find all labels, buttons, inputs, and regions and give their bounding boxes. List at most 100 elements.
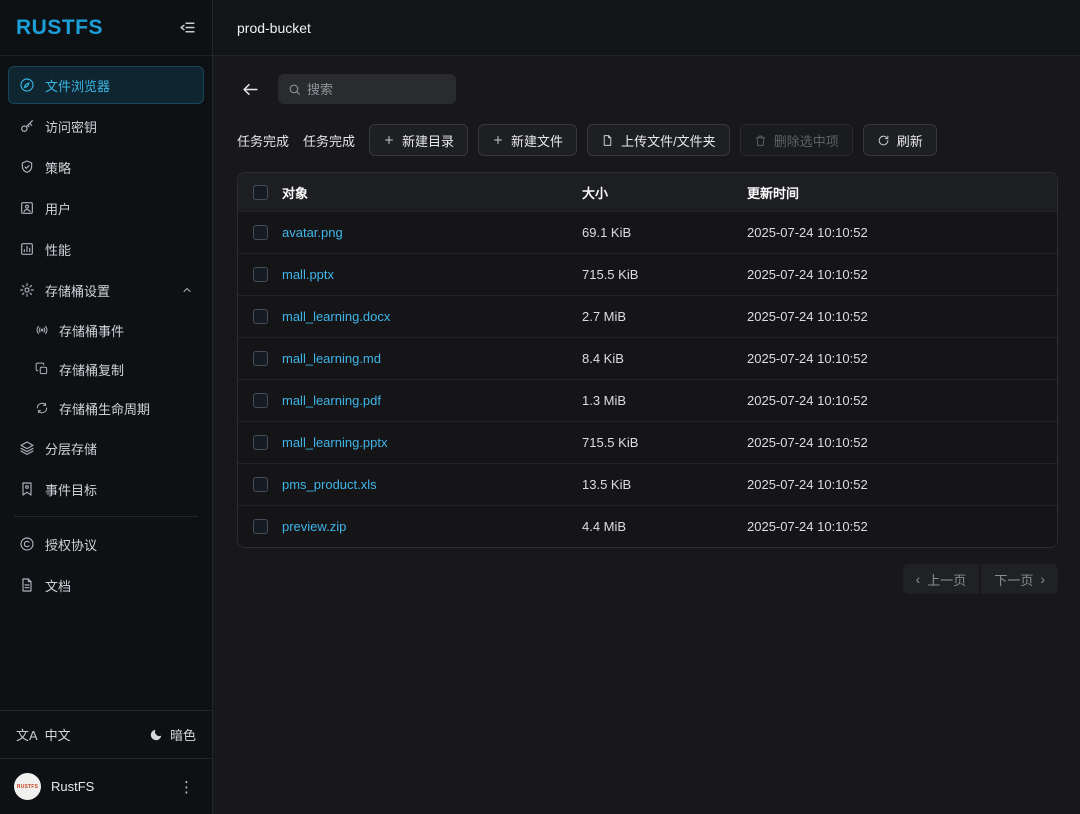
sidebar-bottom: 文A 中文 暗色 RUSTFS RustFS ⋮	[0, 710, 212, 814]
main: prod-bucket 任务完成 任务完成	[213, 0, 1080, 814]
chart-icon	[19, 241, 35, 257]
theme-label: 暗色	[170, 725, 196, 744]
file-link[interactable]: mall_learning.md	[282, 351, 582, 366]
sidebar-collapse-icon[interactable]	[179, 19, 196, 36]
refresh-icon	[877, 134, 890, 147]
file-updated: 2025-07-24 10:10:52	[747, 351, 1057, 366]
sidebar-item-bucket-lifecycle[interactable]: 存储桶生命周期	[8, 390, 204, 426]
sidebar-item-performance[interactable]: 性能	[8, 230, 204, 268]
sidebar-item-bucket-replication[interactable]: 存储桶复制	[8, 351, 204, 387]
row-checkbox[interactable]	[253, 519, 268, 534]
brand-logo: RUSTFS	[16, 16, 103, 40]
sidebar-item-docs[interactable]: 文档	[8, 566, 204, 604]
file-updated: 2025-07-24 10:10:52	[747, 519, 1057, 534]
sidebar-item-label: 存储桶生命周期	[59, 399, 150, 418]
table-row: mall.pptx 715.5 KiB 2025-07-24 10:10:52	[238, 253, 1057, 295]
account-row[interactable]: RUSTFS RustFS ⋮	[0, 758, 212, 814]
sidebar-item-access-keys[interactable]: 访问密钥	[8, 107, 204, 145]
table-row: mall_learning.md 8.4 KiB 2025-07-24 10:1…	[238, 337, 1057, 379]
copyright-icon	[19, 536, 35, 552]
file-size: 8.4 KiB	[582, 351, 747, 366]
file-updated: 2025-07-24 10:10:52	[747, 267, 1057, 282]
row-checkbox[interactable]	[253, 351, 268, 366]
file-size: 69.1 KiB	[582, 225, 747, 240]
next-page-button[interactable]: 下一页 ›	[981, 564, 1058, 594]
prev-page-button[interactable]: ‹ 上一页	[903, 564, 980, 594]
upload-button[interactable]: 上传文件/文件夹	[587, 124, 730, 156]
file-link[interactable]: mall_learning.docx	[282, 309, 582, 324]
sidebar: RUSTFS 文件浏览器 访问密钥	[0, 0, 213, 814]
row-checkbox[interactable]	[253, 225, 268, 240]
file-size: 715.5 KiB	[582, 267, 747, 282]
content: 任务完成 任务完成 新建目录 新建文件	[213, 56, 1080, 594]
sidebar-item-policies[interactable]: 策略	[8, 148, 204, 186]
user-icon	[19, 200, 35, 216]
chevron-up-icon	[181, 284, 193, 296]
account-menu-icon[interactable]: ⋮	[175, 774, 198, 800]
new-directory-button[interactable]: 新建目录	[369, 124, 468, 156]
table-header-row: 对象 大小 更新时间	[238, 173, 1057, 211]
file-size: 2.7 MiB	[582, 309, 747, 324]
plus-icon	[492, 134, 504, 146]
file-browser-icon	[19, 77, 35, 93]
theme-toggle[interactable]: 暗色	[149, 725, 196, 744]
file-updated: 2025-07-24 10:10:52	[747, 393, 1057, 408]
back-button[interactable]	[237, 76, 264, 103]
sidebar-item-label: 分层存储	[45, 439, 97, 458]
plus-icon	[383, 134, 395, 146]
sidebar-item-tiered-storage[interactable]: 分层存储	[8, 429, 204, 467]
sidebar-item-label: 存储桶设置	[45, 281, 110, 300]
new-file-button[interactable]: 新建文件	[478, 124, 577, 156]
file-link[interactable]: mall_learning.pptx	[282, 435, 582, 450]
language-icon: 文A	[16, 725, 38, 744]
file-size: 715.5 KiB	[582, 435, 747, 450]
sidebar-item-event-targets[interactable]: 事件目标	[8, 470, 204, 508]
document-icon	[19, 577, 35, 593]
sidebar-item-label: 事件目标	[45, 480, 97, 499]
sidebar-item-label: 访问密钥	[45, 117, 97, 136]
upload-file-icon	[601, 134, 614, 147]
file-link[interactable]: preview.zip	[282, 519, 582, 534]
object-table: 对象 大小 更新时间 avatar.png 69.1 KiB 2025-07-2…	[237, 172, 1058, 548]
table-row: preview.zip 4.4 MiB 2025-07-24 10:10:52	[238, 505, 1057, 547]
file-link[interactable]: mall_learning.pdf	[282, 393, 582, 408]
refresh-button[interactable]: 刷新	[863, 124, 937, 156]
sidebar-header: RUSTFS	[0, 0, 212, 56]
pagination: ‹ 上一页 下一页 ›	[237, 564, 1058, 594]
sidebar-item-label: 策略	[45, 158, 71, 177]
table-row: avatar.png 69.1 KiB 2025-07-24 10:10:52	[238, 211, 1057, 253]
search-box[interactable]	[278, 74, 456, 104]
status-text: 任务完成	[237, 131, 289, 150]
sidebar-divider	[14, 516, 198, 517]
sidebar-settings-row: 文A 中文 暗色	[0, 711, 212, 758]
sidebar-item-bucket-events[interactable]: 存储桶事件	[8, 312, 204, 348]
language-switcher[interactable]: 文A 中文	[16, 725, 71, 744]
status-text: 任务完成	[303, 131, 355, 150]
row-checkbox[interactable]	[253, 435, 268, 450]
file-updated: 2025-07-24 10:10:52	[747, 225, 1057, 240]
row-checkbox[interactable]	[253, 477, 268, 492]
row-checkbox[interactable]	[253, 393, 268, 408]
file-size: 4.4 MiB	[582, 519, 747, 534]
row-checkbox[interactable]	[253, 309, 268, 324]
row-checkbox[interactable]	[253, 267, 268, 282]
table-row: mall_learning.docx 2.7 MiB 2025-07-24 10…	[238, 295, 1057, 337]
delete-selected-button[interactable]: 删除选中项	[740, 124, 853, 156]
shield-icon	[19, 159, 35, 175]
file-size: 1.3 MiB	[582, 393, 747, 408]
sidebar-item-file-browser[interactable]: 文件浏览器	[8, 66, 204, 104]
file-link[interactable]: avatar.png	[282, 225, 582, 240]
sidebar-item-label: 用户	[45, 199, 71, 218]
gear-icon	[19, 282, 35, 298]
file-link[interactable]: pms_product.xls	[282, 477, 582, 492]
select-all-checkbox[interactable]	[253, 185, 268, 200]
sidebar-item-bucket-settings[interactable]: 存储桶设置	[8, 271, 204, 309]
prev-page-label: 上一页	[927, 570, 966, 589]
account-name: RustFS	[51, 779, 165, 794]
sidebar-item-label: 文件浏览器	[45, 76, 110, 95]
browse-toolbar	[237, 74, 1058, 104]
sidebar-item-license[interactable]: 授权协议	[8, 525, 204, 563]
sidebar-item-users[interactable]: 用户	[8, 189, 204, 227]
file-link[interactable]: mall.pptx	[282, 267, 582, 282]
search-input[interactable]	[307, 82, 437, 97]
